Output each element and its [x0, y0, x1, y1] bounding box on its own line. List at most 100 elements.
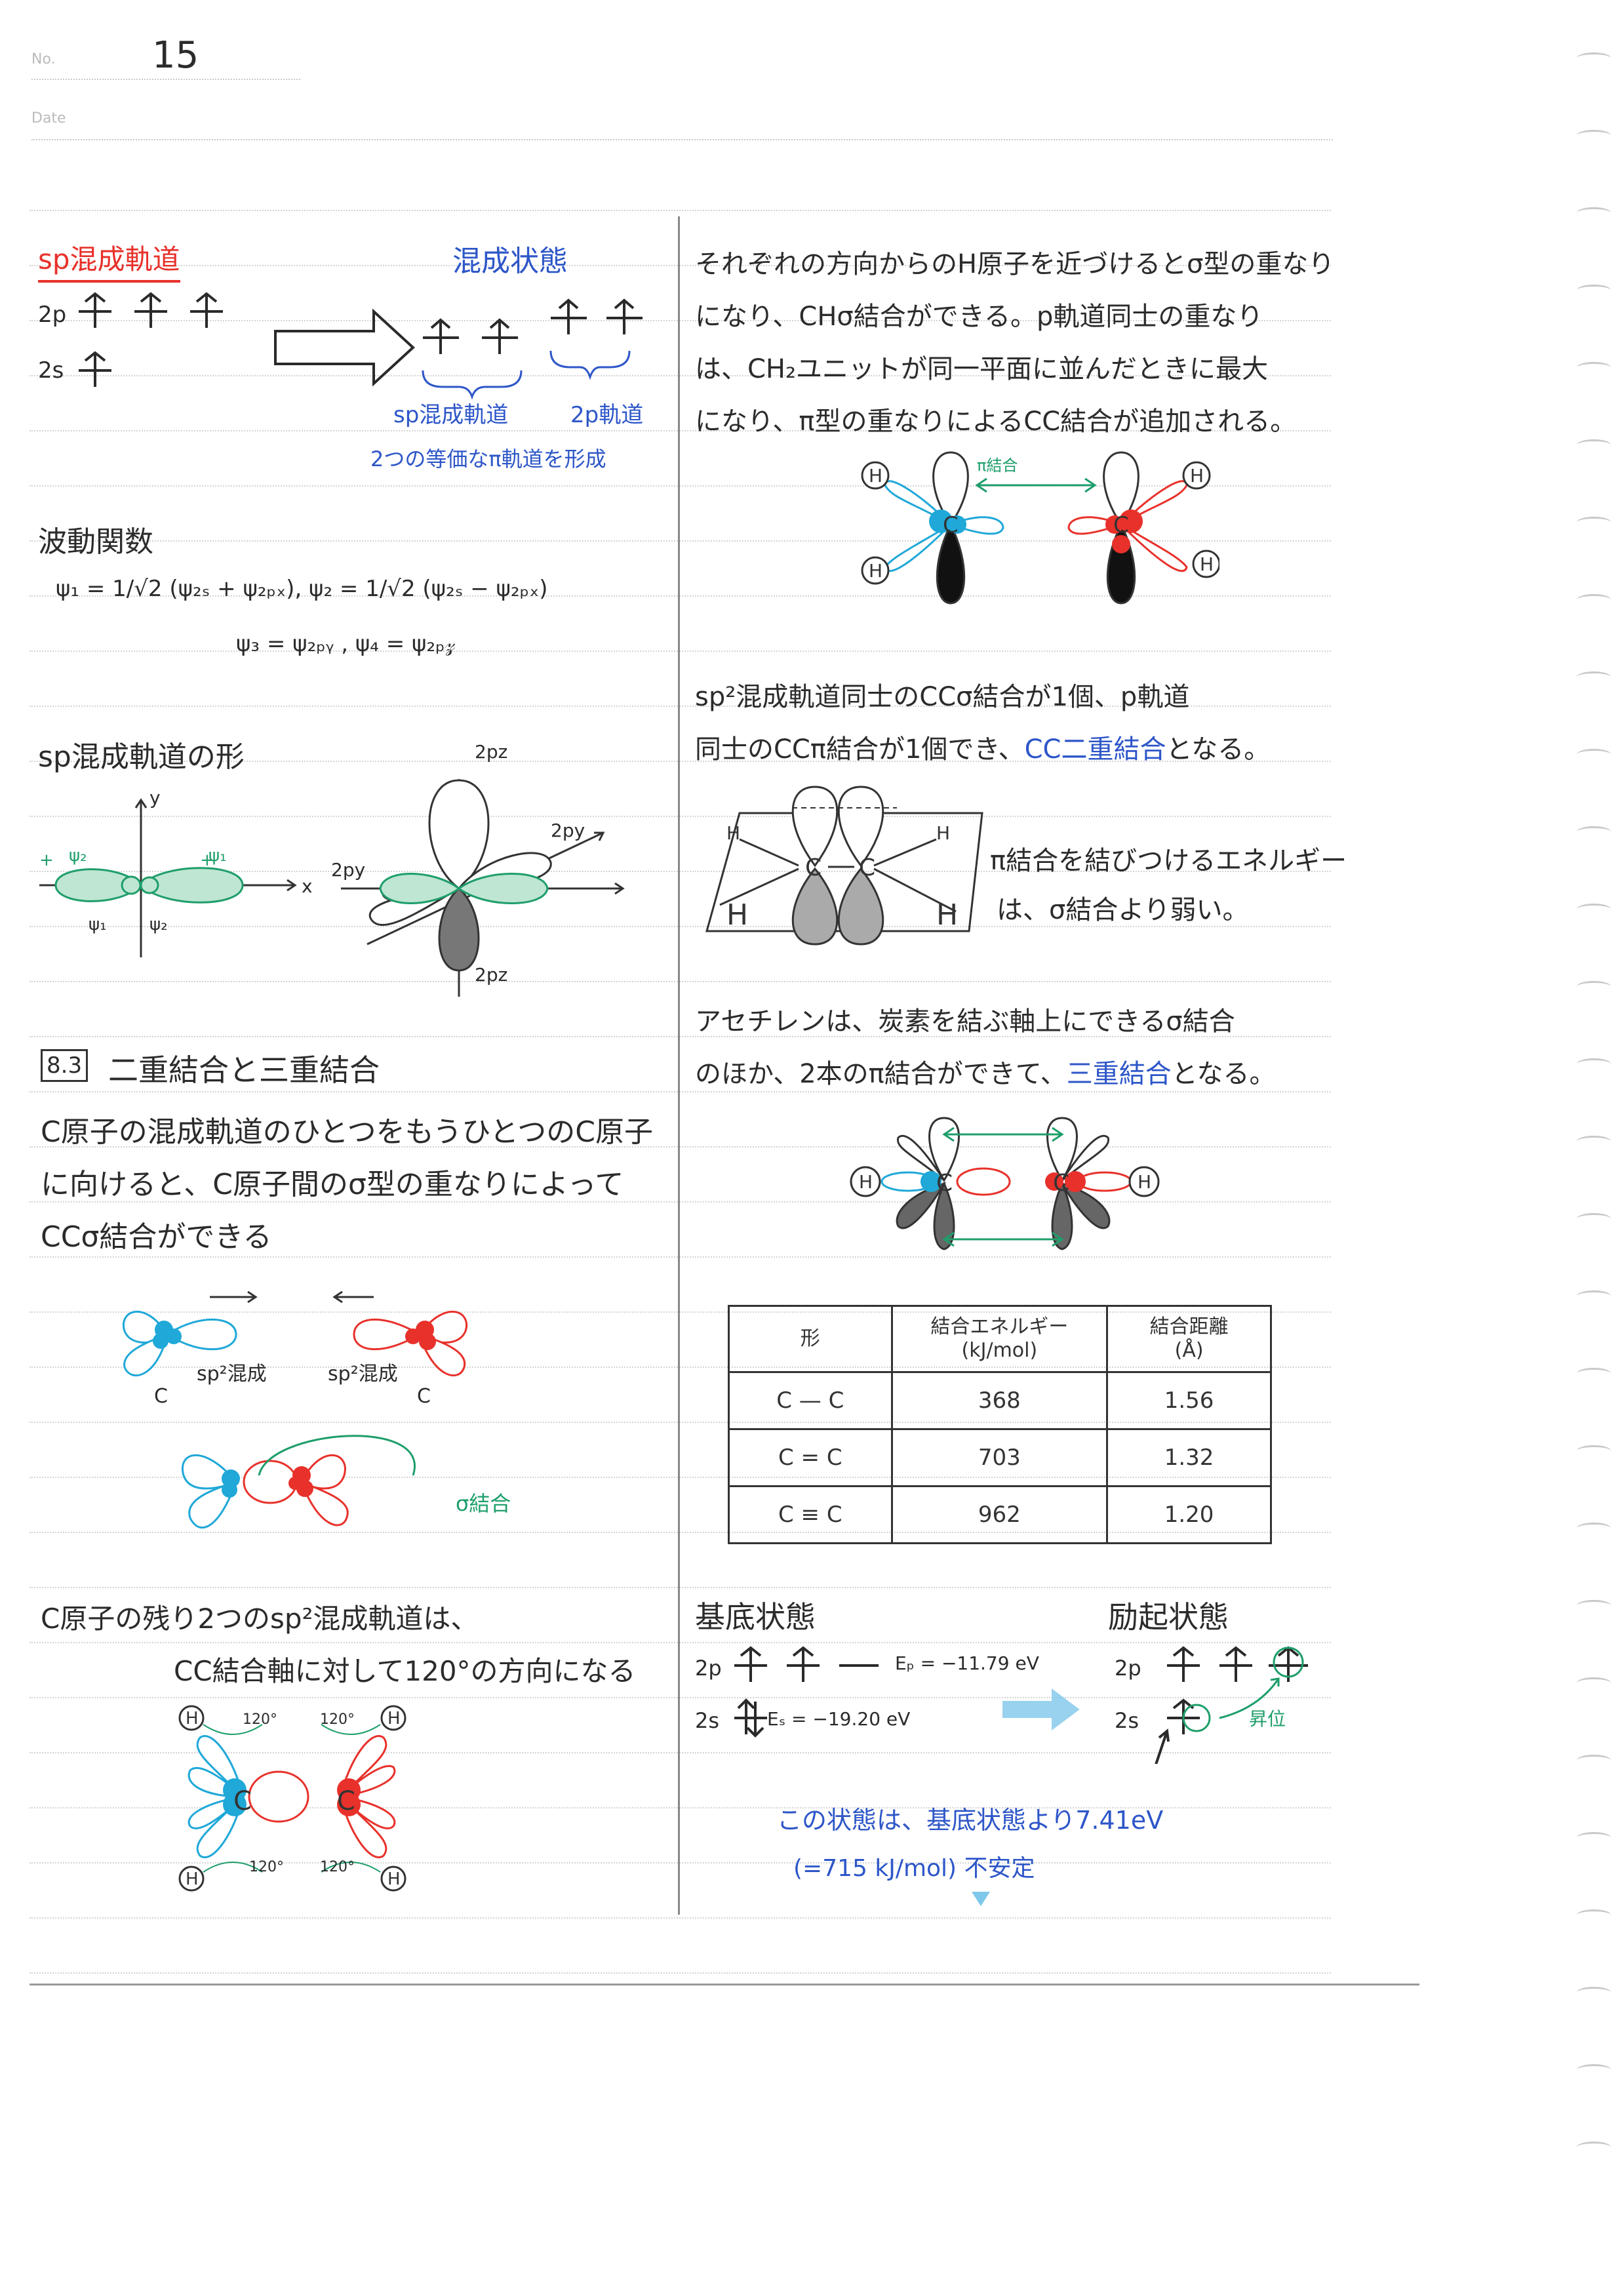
binder-ring: [1577, 1136, 1611, 1147]
svg-text:H: H: [869, 560, 882, 582]
excited-state-title: 励起状態: [1108, 1599, 1229, 1635]
section-para1-line1: C原子の混成軌道のひとつをもうひとつのC原子: [41, 1115, 653, 1149]
section-para2-line1: C原子の残り2つのsp²混成軌道は、: [41, 1603, 479, 1635]
binder-ring: [1577, 1600, 1611, 1611]
section-number: 8.3: [41, 1049, 89, 1082]
right-para3-line1: アセチレンは、炭素を結ぶ軸上にできるσ結合: [695, 1007, 1235, 1037]
svg-text:H: H: [726, 822, 740, 844]
binder-ring: [1577, 517, 1611, 528]
table-cell-shape: C = C: [728, 1428, 893, 1487]
table-cell-energy: 368: [890, 1371, 1109, 1430]
wave-equation-1: ψ₁ = 1/√2 (ψ₂ₛ + ψ₂ₚₓ), ψ₂ = 1/√2 (ψ₂ₛ −…: [56, 576, 548, 602]
angle-label-tr: 120°: [320, 1711, 355, 1728]
svg-text:H: H: [1138, 1171, 1151, 1193]
table-row: C = C 703 1.32: [728, 1428, 1272, 1487]
binder-ring: [1577, 1445, 1611, 1456]
right-para1-line1: それぞれの方向からのH原子を近づけるとσ型の重なり: [695, 249, 1335, 279]
binder-ring: [1577, 1755, 1611, 1766]
binder-ring: [1577, 594, 1611, 605]
psi2-lower-label: ψ₂: [149, 915, 168, 934]
notebook-page: No. 15 Date sp混成軌道 混成状態 2p 2s sp混成軌道 2p軌…: [0, 0, 1624, 2295]
angle-label-tl: 120°: [243, 1711, 277, 1728]
svg-text:H: H: [1190, 465, 1204, 487]
ep-energy: Eₚ = −11.79 eV: [895, 1652, 1039, 1674]
axis-y-label: y: [149, 787, 161, 808]
date-label: Date: [31, 110, 66, 127]
es-energy: Eₛ = −19.20 eV: [767, 1708, 911, 1730]
binder-ring: [1577, 207, 1611, 218]
table-cell-length: 1.20: [1106, 1485, 1272, 1544]
sp-hybrid-label: sp混成軌道: [393, 402, 509, 428]
binder-ring: [1577, 439, 1611, 450]
svg-text:C: C: [943, 512, 959, 538]
carbon-label-right: C: [417, 1385, 431, 1408]
hybrid-state-label: 混成状態: [452, 245, 568, 278]
binder-ring: [1577, 1523, 1611, 1534]
instability-note-line1: この状態は、基底状態より7.41eV: [777, 1806, 1164, 1835]
ch2-pi-overlap-figure: H H H H C C: [861, 451, 1219, 605]
binder-ring: [1577, 1677, 1611, 1688]
ground-2p-label: 2p: [695, 1656, 722, 1681]
table-cell-shape: C — C: [728, 1371, 893, 1430]
2pz-top-label: 2pz: [475, 741, 508, 763]
svg-text:H: H: [936, 898, 958, 932]
svg-text:C: C: [1053, 1170, 1069, 1197]
svg-text:C: C: [1113, 512, 1129, 538]
ground-2p-label: 2p: [38, 302, 67, 328]
ruled-line: [30, 1091, 1331, 1092]
svg-text:H: H: [1200, 553, 1214, 575]
sp2-label-b: sp²混成: [328, 1363, 398, 1386]
table-cell-length: 1.56: [1106, 1371, 1272, 1430]
svg-text:C: C: [936, 1170, 953, 1197]
svg-text:C: C: [337, 1786, 355, 1816]
psi1-upper-label: ψ₁: [208, 846, 227, 866]
binder-ring: [1577, 1290, 1611, 1302]
binder-ring: [1577, 904, 1611, 915]
instability-note-line2: (=715 kJ/mol) 不安定: [793, 1855, 1035, 1882]
right-para2-line1: sp²混成軌道同士のCCσ結合が1個、p軌道: [695, 682, 1190, 712]
2p-orbital-label: 2p軌道: [570, 402, 644, 428]
para2-text-c: となる。: [1166, 734, 1271, 765]
binder-ring: [1577, 1058, 1611, 1069]
binder-ring: [1577, 749, 1611, 760]
binder-ring: [1577, 1213, 1611, 1224]
svg-text:H: H: [936, 822, 950, 844]
2py-left-label: 2py: [331, 859, 366, 881]
table-row: C ≡ C 962 1.20: [728, 1485, 1272, 1544]
svg-text:+: +: [39, 850, 54, 870]
svg-text:C: C: [233, 1786, 252, 1816]
acetylene-figure: HH CC: [850, 1117, 1160, 1250]
binder-ring: [1577, 1368, 1611, 1379]
bottom-rule: [30, 1984, 1419, 1986]
section-para1-line3: CCσ結合ができる: [41, 1220, 272, 1254]
ground-2s-label: 2s: [38, 357, 64, 384]
binder-ring: [1577, 671, 1611, 683]
ruled-line: [30, 650, 1331, 652]
svg-text:H: H: [726, 898, 748, 932]
cc-double-bond-term: CC二重結合: [1024, 734, 1166, 765]
ruled-line: [30, 1917, 1331, 1919]
sigma-bond-label: σ結合: [456, 1491, 511, 1516]
pi-energy-line1: π結合を結びつけるエネルギー: [990, 846, 1347, 876]
binder-ring: [1577, 362, 1611, 373]
right-para1-line3: は、CH₂ユニットが同一平面に並んだときに最大: [695, 354, 1269, 384]
sp-hybrid-title: sp混成軌道: [38, 237, 180, 283]
carbon-label-left: C: [154, 1385, 168, 1408]
angle-label-br: 120°: [320, 1859, 355, 1875]
pi-energy-line2: は、σ結合より弱い。: [997, 895, 1249, 925]
table-header-energy: 結合エネルギー (kJ/mol): [890, 1305, 1109, 1373]
sp2-label-a: sp²混成: [197, 1363, 267, 1386]
table-header-length: 結合距離 (Å): [1106, 1305, 1272, 1373]
ethylene-pi-plane-figure: H H H H C C: [705, 786, 983, 946]
ruled-line: [30, 210, 1331, 211]
triple-bond-term: 三重結合: [1066, 1059, 1172, 1089]
svg-text:C: C: [805, 854, 822, 881]
sp2-approach-figure: [123, 1290, 467, 1529]
svg-text:H: H: [869, 465, 882, 487]
binder-ring: [1577, 826, 1611, 837]
bond-data-table: 形 結合エネルギー (kJ/mol) 結合距離 (Å) C — C 368 1.…: [728, 1305, 1272, 1544]
binder-ring: [1577, 2064, 1611, 2075]
binder-ring: [1577, 981, 1611, 992]
pi-orbital-note: 2つの等価なπ軌道を形成: [370, 447, 606, 471]
column-divider: [678, 216, 680, 1915]
